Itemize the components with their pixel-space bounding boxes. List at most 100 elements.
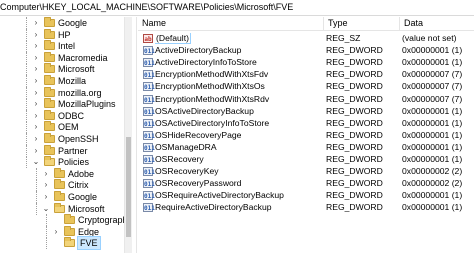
chevron-down-icon[interactable]: ⌄ (32, 157, 40, 167)
chevron-right-icon[interactable]: › (32, 18, 40, 28)
tree-item-label[interactable]: Google (68, 191, 97, 203)
tree-item-label[interactable]: mozilla.org (58, 87, 102, 99)
folder-icon (54, 202, 65, 213)
tree-item[interactable]: › Google (0, 191, 124, 203)
tree-item-label[interactable]: Microsoft (68, 203, 105, 215)
value-row[interactable]: 011 OSActiveDirectoryInfoToStore REG_DWORD… (138, 118, 474, 129)
chevron-right-icon[interactable]: › (32, 99, 40, 109)
tree-item[interactable]: ⌄ Microsoft (0, 202, 124, 215)
value-row[interactable]: 011 ActiveDirectoryInfoToStore REG_DWORD 0x… (138, 57, 474, 68)
value-name-cell: EncryptionMethodWithXtsRdv (155, 94, 322, 105)
tree-item-label[interactable]: Policies (58, 156, 89, 168)
address-bar[interactable]: Computer\HKEY_LOCAL_MACHINE\SOFTWARE\Pol… (0, 0, 474, 16)
pane-splitter[interactable] (136, 17, 137, 253)
value-data: (value not set) (402, 33, 457, 43)
binary-value-icon: 011 (143, 46, 155, 56)
folder-icon (44, 109, 55, 120)
binary-value-icon: 011 (143, 58, 155, 68)
tree-item[interactable]: › Google (0, 17, 124, 29)
value-row[interactable]: 011 OSRecovery REG_DWORD 0x00000001 (1) (138, 154, 474, 165)
tree-item-label[interactable]: ODBC (58, 110, 84, 122)
value-row[interactable]: 011 OSRecoveryKey REG_DWORD 0x00000002 (2) (138, 166, 474, 177)
chevron-down-icon[interactable]: ⌄ (42, 204, 50, 214)
value-row[interactable]: 011 EncryptionMethodWithXtsRdv REG_DWORD 0x… (138, 94, 474, 105)
value-row[interactable]: 011 OSHideRecoveryPage REG_DWORD 0x00000001… (138, 130, 474, 141)
value-data: 0x00000002 (2) (402, 178, 463, 189)
tree-scrollbar-thumb[interactable] (126, 137, 131, 237)
value-name: ActiveDirectoryInfoToStore (155, 57, 257, 68)
tree-item[interactable]: › Adobe (0, 167, 124, 180)
chevron-right-icon[interactable]: › (42, 169, 50, 179)
tree-item[interactable]: Cryptography (0, 214, 132, 227)
tree-item-label[interactable]: Intel (58, 40, 75, 52)
tree-item-label[interactable]: FVE (77, 236, 101, 251)
value-row[interactable]: 011 EncryptionMethodWithXtsFdv REG_DWORD 0x… (138, 69, 474, 80)
tree-item-label[interactable]: Mozilla (58, 75, 86, 87)
chevron-right-icon[interactable]: › (32, 134, 40, 144)
tree-item[interactable]: › Mozilla (0, 75, 124, 87)
chevron-right-icon[interactable]: › (32, 146, 40, 156)
value-row[interactable]: ab (Default) REG_SZ (value not set) (138, 33, 474, 44)
tree-item-label[interactable]: Edge (78, 226, 99, 238)
tree-item[interactable]: › OpenSSH (0, 133, 124, 145)
tree-item[interactable]: › Microsoft (0, 63, 124, 76)
tree-item[interactable]: ⌄ Policies (0, 156, 124, 169)
tree-item-label[interactable]: Adobe (68, 168, 94, 180)
tree-item-label[interactable]: MozillaPlugins (58, 98, 116, 110)
column-header-type[interactable]: Type (324, 17, 400, 31)
value-row[interactable]: 011 RequireActiveDirectoryBackup REG_DWORD… (138, 202, 474, 213)
value-name: (Default) (155, 33, 191, 44)
tree-item[interactable]: › OEM (0, 121, 124, 134)
chevron-right-icon[interactable]: › (52, 227, 60, 237)
key-tree[interactable]: › Google › HP › Intel › Macromedia › Microsoft › Mo… (0, 17, 132, 253)
tree-scrollbar[interactable] (124, 17, 132, 253)
tree-item-label[interactable]: Microsoft (58, 63, 95, 75)
tree-item[interactable]: › mozilla.org (0, 86, 124, 99)
tree-item[interactable]: › Macromedia (0, 51, 124, 64)
chevron-right-icon[interactable]: › (32, 30, 40, 40)
tree-item-label[interactable]: Citrix (68, 179, 89, 191)
tree-item-label[interactable]: OpenSSH (58, 133, 99, 145)
values-list[interactable]: Name Type Data ab (Default) REG_SZ (value n… (138, 17, 474, 253)
tree-item[interactable]: › Edge (0, 225, 124, 238)
value-type: REG_DWORD (326, 93, 383, 104)
chevron-right-icon[interactable]: › (32, 64, 40, 74)
tree-item-label[interactable]: HP (58, 29, 71, 41)
value-row[interactable]: 011 ActiveDirectoryBackup REG_DWORD 0x00000… (138, 45, 474, 56)
value-data: 0x00000007 (7) (402, 93, 463, 104)
tree-item[interactable]: › MozillaPlugins (0, 98, 124, 111)
tree-item-label[interactable]: Partner (58, 145, 88, 157)
chevron-right-icon[interactable]: › (32, 41, 40, 51)
tree-item-label[interactable]: Google (58, 17, 87, 29)
tree-item[interactable]: › Partner (0, 144, 124, 157)
chevron-right-icon[interactable]: › (32, 53, 40, 63)
column-header-data[interactable]: Data (400, 17, 474, 31)
tree-guide-line (36, 167, 37, 180)
address-path[interactable]: Computer\HKEY_LOCAL_MACHINE\SOFTWARE\Pol… (0, 2, 293, 12)
column-header-name[interactable]: Name (138, 17, 324, 31)
value-row[interactable]: 011 OSActiveDirectoryBackup REG_DWORD 0x000… (138, 106, 474, 117)
chevron-right-icon[interactable]: › (42, 192, 50, 202)
tree-item[interactable]: › HP (0, 28, 124, 41)
chevron-right-icon[interactable]: › (32, 111, 40, 121)
tree-guide-line (26, 51, 27, 64)
value-row[interactable]: 011 OSRequireActiveDirectoryBackup REG_DWO… (138, 190, 474, 201)
tree-item-label[interactable]: OEM (58, 121, 79, 133)
chevron-right-icon[interactable]: › (32, 88, 40, 98)
value-row[interactable]: 011 OSRecoveryPassword REG_DWORD 0x00000002… (138, 178, 474, 189)
tree-item[interactable]: FVE (0, 236, 124, 251)
tree-item[interactable]: › ODBC (0, 109, 124, 122)
chevron-right-icon[interactable]: › (42, 180, 50, 190)
tree-guide-line (46, 237, 47, 250)
tree-guide-line (26, 63, 27, 76)
value-name-cell: (Default) (155, 33, 322, 44)
chevron-right-icon[interactable]: › (32, 122, 40, 132)
value-row[interactable]: 011 OSManageDRA REG_DWORD 0x00000001 (1) (138, 142, 474, 153)
tree-item[interactable]: › Citrix (0, 179, 124, 192)
binary-value-icon: 011 (143, 106, 155, 116)
tree-item[interactable]: › Intel (0, 40, 124, 53)
tree-item-label[interactable]: Macromedia (58, 52, 108, 64)
value-row[interactable]: 011 EncryptionMethodWithXtsOs REG_DWORD 0x0… (138, 81, 474, 92)
value-data: 0x00000001 (1) (402, 105, 463, 116)
chevron-right-icon[interactable]: › (32, 76, 40, 86)
